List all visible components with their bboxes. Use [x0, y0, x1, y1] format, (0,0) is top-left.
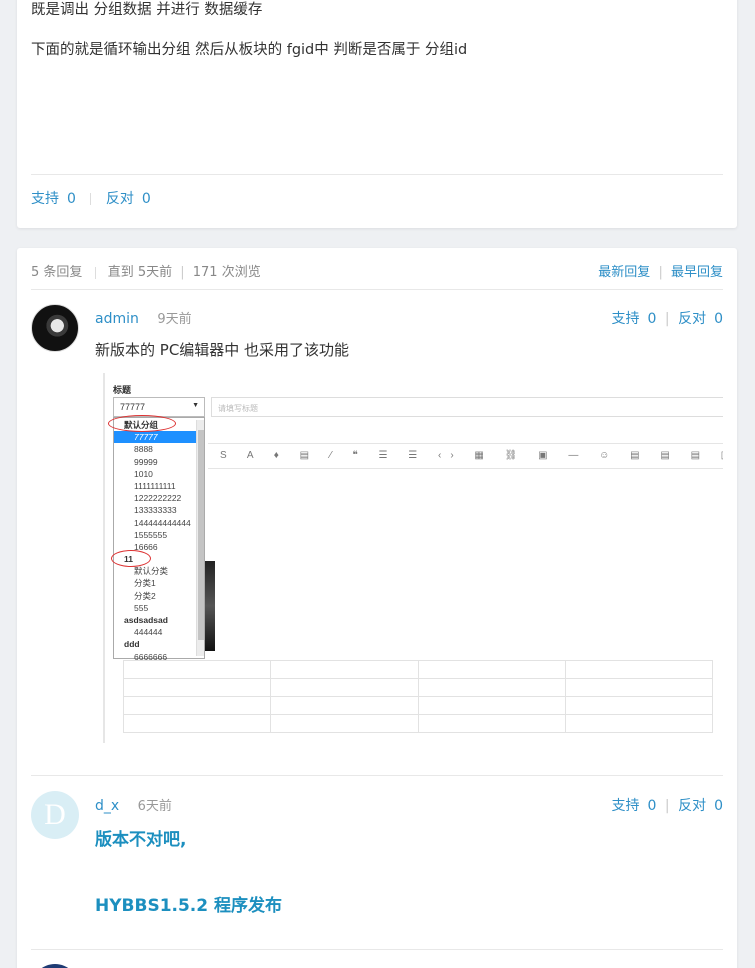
author-link[interactable]: d_x: [95, 798, 119, 814]
support-count: 0: [67, 191, 76, 207]
dropdown-option: 8888: [134, 444, 153, 455]
screenshot-table: [122, 660, 714, 733]
avatar[interactable]: [31, 304, 79, 352]
avatar[interactable]: D: [31, 791, 79, 839]
oppose-count: 0: [714, 798, 723, 814]
oppose-label: 反对: [105, 191, 134, 207]
reply-meta: admin 9天前: [95, 308, 192, 327]
oppose-count: 0: [714, 311, 723, 327]
reply-time: 6天前: [137, 799, 172, 814]
dropdown-option: 133333333: [134, 505, 177, 516]
scrollbar-thumb: [198, 430, 204, 640]
avatar[interactable]: [31, 964, 79, 968]
dropdown-option: 77777: [114, 431, 204, 444]
dropdown-option: 默认分类: [134, 566, 169, 577]
image-border: [103, 373, 105, 743]
separator: [90, 193, 92, 205]
dropdown-option: 分类2: [134, 590, 156, 601]
divider: [31, 949, 723, 950]
separator: [94, 266, 96, 279]
reply-votes: 支持 0 | 反对 0: [612, 795, 723, 815]
support-button[interactable]: 支持 0: [612, 311, 657, 327]
dropdown-option: 分类1: [134, 578, 156, 589]
screenshot-dropdown-list: 默认分组 77777 8888 99999 1010 1111111111 12222222…: [113, 417, 205, 662]
support-label: 支持: [31, 191, 59, 207]
sort-oldest-link[interactable]: 最早回复: [671, 265, 723, 280]
dropdown-option: 1555555: [134, 529, 168, 540]
chevron-down-icon: ▼: [192, 402, 199, 409]
separator: |: [664, 798, 670, 814]
avatar-letter: D: [44, 798, 66, 831]
separator: |: [658, 265, 663, 280]
screenshot-select: 77777 ▼: [113, 397, 205, 417]
support-button[interactable]: 支持 0: [31, 191, 76, 207]
oppose-button[interactable]: 反对 0: [106, 191, 151, 207]
separator: |: [664, 311, 670, 327]
dropdown-option: 1010: [134, 468, 153, 479]
reply-meta: d_x 6天前: [95, 795, 172, 814]
screenshot-field-label: 标题: [113, 385, 132, 395]
support-count: 0: [647, 311, 657, 327]
last-reply-time: 直到 5天前: [107, 265, 173, 280]
dropdown-option: 144444444444: [134, 517, 191, 528]
divider: [31, 174, 723, 175]
post-votes: 支持 0 反对 0: [31, 188, 151, 208]
reply-votes: 支持 0 | 反对 0: [612, 308, 723, 328]
sort-newest-link[interactable]: 最新回复: [598, 265, 650, 280]
embedded-screenshot: 标题 77777 ▼ 请填写标题 S A ♦ ▤ ⁄ ❝ ☰ ☰ ‹› ▦ ⛓ ▣…: [103, 373, 723, 743]
author-link[interactable]: admin: [95, 311, 139, 327]
replies-card: 5 条回复 直到 5天前 | 171 次浏览 最新回复 | 最早回复 admin…: [17, 248, 737, 968]
post-text-line: 下面的就是循环输出分组 然后从板块的 fgid中 判断是否属于 分组id: [31, 42, 468, 58]
oppose-label: 反对: [678, 798, 707, 814]
dropdown-option: 99999: [134, 456, 158, 467]
post-card: 既是调出 分组数据 并进行 数据缓存 下面的就是循环输出分组 然后从板块的 fg…: [17, 0, 737, 228]
annotation-circle: [108, 415, 176, 432]
view-count: 171 次浏览: [192, 265, 261, 280]
screenshot-title-input: 请填写标题: [211, 397, 723, 417]
reply-content: 版本不对吧,: [95, 830, 187, 850]
support-label: 支持: [611, 311, 640, 327]
reply-stats: 5 条回复 直到 5天前 | 171 次浏览: [31, 261, 261, 280]
dropdown-option: 555: [134, 602, 149, 613]
separator: |: [180, 265, 185, 280]
oppose-count: 0: [141, 191, 151, 207]
support-button[interactable]: 支持 0: [612, 798, 657, 814]
dropdown-option: 444444: [134, 627, 163, 638]
divider: [31, 289, 723, 290]
reply-count: 5 条回复: [31, 265, 83, 280]
oppose-label: 反对: [678, 311, 707, 327]
annotation-circle: [111, 550, 151, 567]
support-count: 0: [647, 798, 657, 814]
release-link[interactable]: HYBBS1.5.2 程序发布: [95, 891, 282, 916]
support-label: 支持: [611, 798, 640, 814]
reply-content: 新版本的 PC编辑器中 也采用了该功能: [95, 341, 350, 359]
screenshot-select-value: 77777: [120, 402, 146, 412]
screenshot-editor-toolbar: S A ♦ ▤ ⁄ ❝ ☰ ☰ ‹› ▦ ⛓ ▣ — ☺ ▤ ▤ ▤ ▥ ▣: [208, 443, 723, 469]
oppose-button[interactable]: 反对 0: [678, 311, 723, 327]
divider: [31, 775, 723, 776]
oppose-button[interactable]: 反对 0: [678, 798, 723, 814]
dropdown-option: 1222222222: [134, 493, 182, 504]
screenshot-photo: [205, 561, 215, 651]
reply-time: 9天前: [157, 312, 192, 327]
sort-options: 最新回复 | 最早回复: [598, 261, 723, 280]
dropdown-option: 1111111111: [134, 480, 176, 491]
post-text-line: 既是调出 分组数据 并进行 数据缓存: [31, 2, 263, 18]
screenshot-scrollbar: [196, 420, 204, 656]
dropdown-group-label: asdsadsad: [124, 615, 168, 625]
dropdown-group-label: ddd: [124, 639, 140, 650]
